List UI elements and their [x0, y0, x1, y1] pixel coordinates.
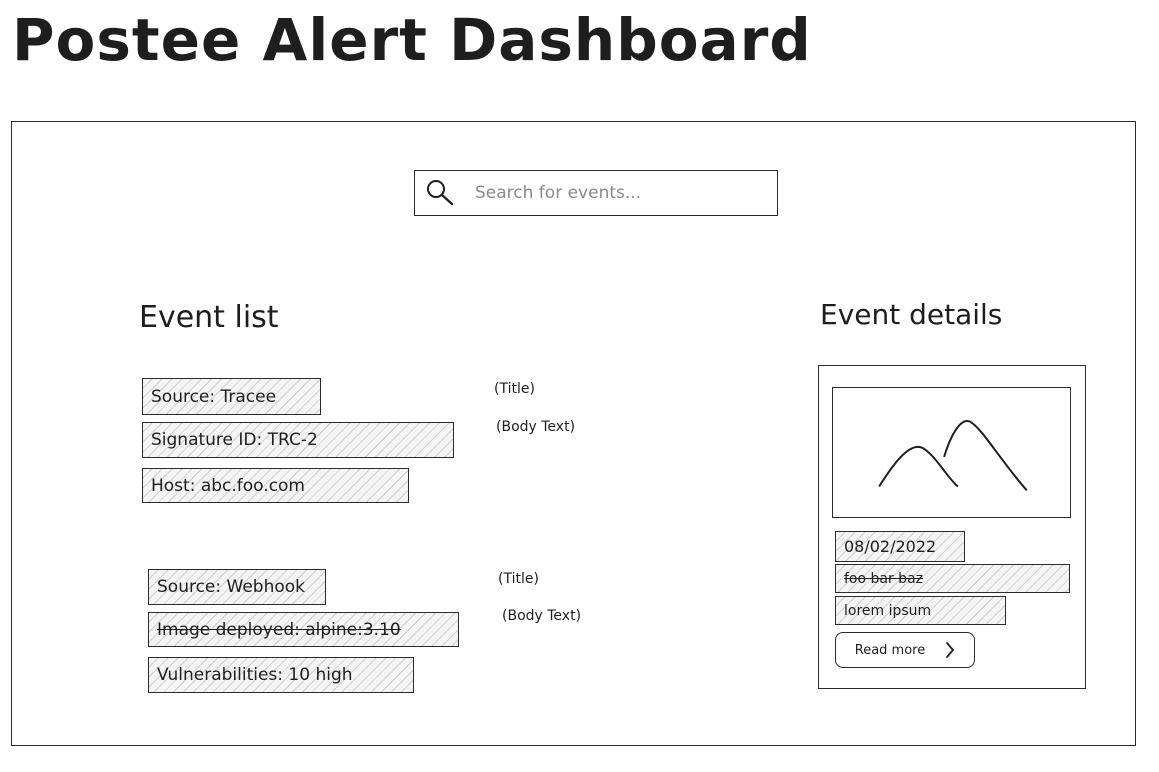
title-annotation: (Title) [498, 571, 539, 587]
read-more-button[interactable]: Read more [835, 632, 975, 668]
event-line-1: foo bar baz [835, 564, 1070, 593]
event-list-heading: Event list [139, 300, 279, 335]
read-more-label: Read more [854, 642, 926, 658]
title-annotation: (Title) [494, 381, 535, 397]
body-annotation: (Body Text) [502, 608, 582, 624]
search-bar[interactable]: Search for events... [414, 170, 778, 216]
event-source-label[interactable]: Source: Tracee [142, 378, 321, 415]
event-host-field: Host: abc.foo.com [142, 468, 409, 503]
chevron-right-icon [946, 642, 955, 658]
event-line-2: lorem ipsum [835, 596, 1006, 625]
event-source-label[interactable]: Source: Webhook [148, 569, 326, 605]
event-vulnerabilities-field: Vulnerabilities: 10 high [148, 657, 414, 693]
image-placeholder [832, 387, 1071, 518]
event-details-heading: Event details [820, 298, 1003, 331]
event-date: 08/02/2022 [835, 531, 965, 562]
page-title: Postee Alert Dashboard [12, 6, 812, 74]
body-annotation: (Body Text) [496, 419, 576, 435]
mountain-image-icon [878, 420, 1028, 492]
event-signature-field: Signature ID: TRC-2 [142, 422, 454, 458]
search-input[interactable]: Search for events... [475, 183, 641, 203]
event-image-field: Image deployed: alpine:3.10 [148, 612, 459, 647]
search-icon [427, 180, 454, 206]
